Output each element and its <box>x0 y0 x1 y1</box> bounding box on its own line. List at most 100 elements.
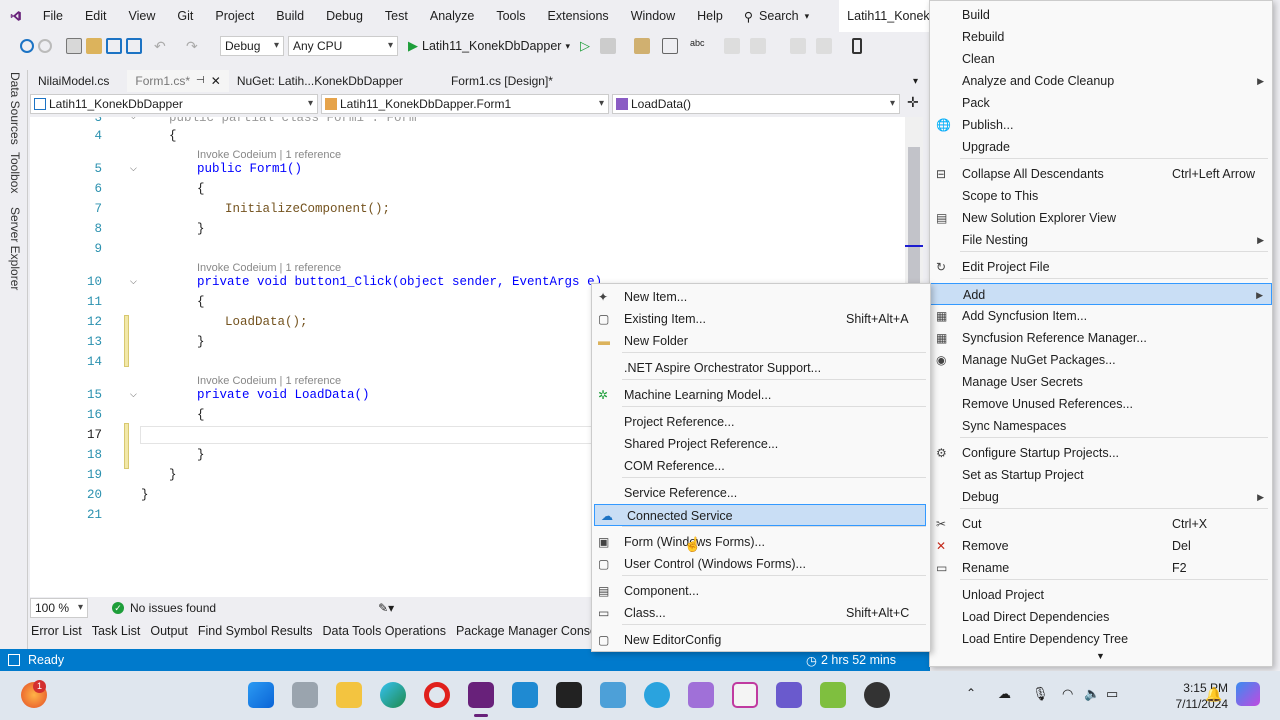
new-project-icon[interactable] <box>66 38 82 54</box>
ctx-item-edit-project-file[interactable]: ↻ Edit Project File <box>930 256 1272 278</box>
tab-nilaimodel[interactable]: NilaiModel.cs <box>30 70 117 92</box>
save-all-icon[interactable] <box>126 38 142 54</box>
add-item-net-aspire-orchestrator-support[interactable]: .NET Aspire Orchestrator Support... <box>592 357 930 379</box>
add-item-new-folder[interactable]: ▬ New Folder <box>592 330 930 352</box>
ctx-item-cut[interactable]: ✂ Cut Ctrl+X <box>930 513 1272 535</box>
microphone-icon[interactable]: 🎙 <box>1032 686 1049 702</box>
collapse-icon[interactable]: ⌵ <box>130 389 137 400</box>
tab-overflow-icon[interactable]: ▾ <box>913 76 918 87</box>
ctx-item-syncfusion-reference-manager[interactable]: ▦ Syncfusion Reference Manager... <box>930 327 1272 349</box>
opera-icon[interactable] <box>424 682 450 708</box>
menu-analyze[interactable]: Analyze <box>419 0 485 32</box>
wifi-icon[interactable]: ◠ <box>1062 686 1073 702</box>
tab-find-symbol-results[interactable]: Find Symbol Results <box>195 624 316 638</box>
add-item-user-control-windows-forms[interactable]: ▢ User Control (Windows Forms)... <box>592 553 930 575</box>
bookmark-icon[interactable] <box>851 38 862 54</box>
menu-build[interactable]: Build <box>265 0 315 32</box>
open-folder-icon[interactable] <box>86 38 102 54</box>
copilot-icon[interactable] <box>1236 682 1260 706</box>
ctx-item-load-direct-dependencies[interactable]: Load Direct Dependencies <box>930 606 1272 628</box>
spell-check-icon[interactable]: abc <box>690 38 706 54</box>
ctx-item-publish[interactable]: 🌐 Publish... <box>930 114 1272 136</box>
toolbox-tab[interactable]: Toolbox <box>8 152 22 193</box>
ctx-item-rebuild[interactable]: Rebuild <box>930 26 1272 48</box>
class-dropdown[interactable]: Latih11_KonekDbDapper.Form1 <box>321 94 609 114</box>
ctx-item-manage-user-secrets[interactable]: Manage User Secrets <box>930 371 1272 393</box>
search-button[interactable]: ⚲ Search ▾ <box>734 9 819 24</box>
toolbox-icon[interactable] <box>633 38 650 54</box>
ctx-item-add[interactable]: Add ▶ <box>930 283 1272 305</box>
menu-extensions[interactable]: Extensions <box>537 0 620 32</box>
ctx-item-rename[interactable]: ▭ Rename F2 <box>930 557 1272 579</box>
add-item-component[interactable]: ▤ Component... <box>592 580 930 602</box>
ctx-item-pack[interactable]: Pack <box>930 92 1272 114</box>
task-view-icon[interactable] <box>292 682 318 708</box>
tab-form1-design[interactable]: Form1.cs [Design]* <box>443 70 561 92</box>
start-without-debug-icon[interactable]: ▷ <box>580 38 590 54</box>
app-icon[interactable] <box>776 682 802 708</box>
pin-icon[interactable]: ⊣ <box>196 70 205 92</box>
ctx-item-analyze-and-code-cleanup[interactable]: Analyze and Code Cleanup ▶ <box>930 70 1272 92</box>
brush-icon[interactable]: ✎▾ <box>378 601 394 615</box>
zoom-dropdown[interactable]: 100 % <box>30 598 88 618</box>
data-sources-tab[interactable]: Data Sources <box>8 72 22 145</box>
rider-icon[interactable] <box>556 682 582 708</box>
ctx-item-debug[interactable]: Debug ▶ <box>930 486 1272 508</box>
undo-icon[interactable]: ↶ <box>154 38 170 54</box>
split-icon[interactable]: ✛ <box>907 94 919 116</box>
vscode-icon[interactable] <box>512 682 538 708</box>
cloud-app-icon[interactable] <box>600 682 626 708</box>
menu-edit[interactable]: Edit <box>74 0 118 32</box>
tab-data-tools-operations[interactable]: Data Tools Operations <box>320 624 449 638</box>
app-icon[interactable] <box>688 682 714 708</box>
ctx-item-add-syncfusion-item[interactable]: ▦ Add Syncfusion Item... <box>930 305 1272 327</box>
ctx-item-set-as-startup-project[interactable]: Set as Startup Project <box>930 464 1272 486</box>
chevron-down-icon[interactable]: ▾ <box>565 41 570 52</box>
add-item-shared-project-reference[interactable]: Shared Project Reference... <box>592 433 930 455</box>
tab-output[interactable]: Output <box>147 624 191 638</box>
speaker-icon[interactable]: 🔈 <box>1084 686 1100 702</box>
platform-dropdown[interactable]: Any CPU <box>288 36 398 56</box>
ctx-item-remove-unused-references[interactable]: Remove Unused References... <box>930 393 1272 415</box>
menu-tools[interactable]: Tools <box>485 0 536 32</box>
codelens-hint[interactable]: Invoke Codeium | 1 reference <box>197 262 341 274</box>
obs-icon[interactable] <box>864 682 890 708</box>
collapse-icon[interactable]: ⌵ <box>130 276 137 287</box>
collapse-icon[interactable]: ⌵ <box>130 117 137 122</box>
ctx-item-unload-project[interactable]: Unload Project <box>930 584 1272 606</box>
edge-icon[interactable] <box>380 682 406 708</box>
menu-git[interactable]: Git <box>166 0 204 32</box>
ctx-item-clean[interactable]: Clean <box>930 48 1272 70</box>
run-icon[interactable]: ▶ <box>408 38 418 54</box>
hot-reload-icon[interactable] <box>599 38 616 54</box>
ctx-item-scope-to-this[interactable]: Scope to This <box>930 185 1272 207</box>
menu-window[interactable]: Window <box>620 0 686 32</box>
member-dropdown[interactable]: LoadData() <box>612 94 900 114</box>
ctx-item-build[interactable]: Build <box>930 4 1272 26</box>
ctx-item-manage-nuget-packages[interactable]: ◉ Manage NuGet Packages... <box>930 349 1272 371</box>
uncomment-icon[interactable] <box>815 38 832 54</box>
notifications-bell-icon[interactable]: 🔔 <box>1205 686 1222 703</box>
ctx-item-sync-namespaces[interactable]: Sync Namespaces <box>930 415 1272 437</box>
windows-start-icon[interactable] <box>248 682 274 708</box>
app-icon[interactable] <box>732 682 758 708</box>
add-item-existing-item[interactable]: ▢ Existing Item... Shift+Alt+A <box>592 308 930 330</box>
add-item-class[interactable]: ▭ Class... Shift+Alt+C <box>592 602 930 624</box>
add-item-project-reference[interactable]: Project Reference... <box>592 411 930 433</box>
ctx-item-collapse-all-descendants[interactable]: ⊟ Collapse All Descendants Ctrl+Left Arrow <box>930 163 1272 185</box>
tab-task-list[interactable]: Task List <box>89 624 144 638</box>
menu-view[interactable]: View <box>118 0 167 32</box>
chevron-up-icon[interactable]: ⌃ <box>966 686 976 700</box>
add-item-new-item[interactable]: ✦ New Item... <box>592 286 930 308</box>
add-item-service-reference[interactable]: Service Reference... <box>592 482 930 504</box>
ctx-item-upgrade[interactable]: Upgrade <box>930 136 1272 158</box>
issues-status[interactable]: No issues found <box>130 601 216 615</box>
add-item-new-editorconfig[interactable]: ▢ New EditorConfig <box>592 629 930 651</box>
comment-icon[interactable] <box>789 38 806 54</box>
codelens-hint[interactable]: Invoke Codeium | 1 reference <box>197 149 341 161</box>
ctx-item-load-entire-dependency-tree[interactable]: Load Entire Dependency Tree <box>930 628 1272 650</box>
battery-icon[interactable]: ▭ <box>1106 686 1118 702</box>
back-icon[interactable] <box>20 39 34 53</box>
tab-error-list[interactable]: Error List <box>28 624 85 638</box>
close-icon[interactable]: ✕ <box>211 70 221 92</box>
